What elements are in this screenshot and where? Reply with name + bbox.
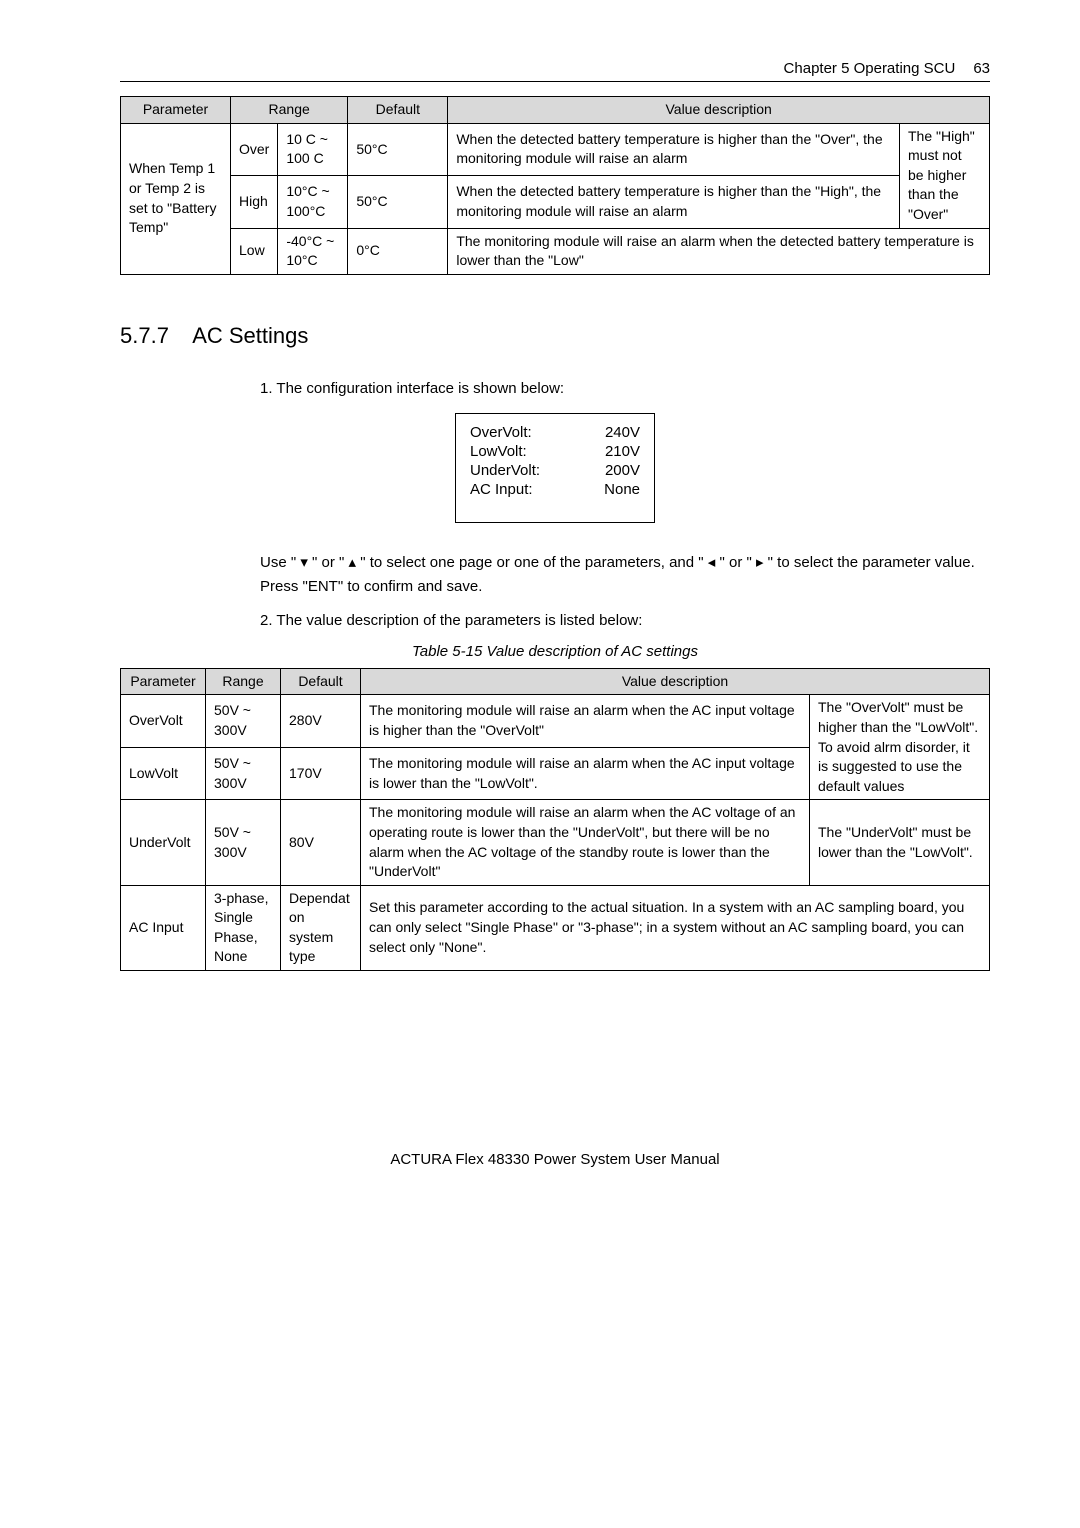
t2-r2-param: LowVolt bbox=[121, 747, 206, 799]
t2-h-range: Range bbox=[206, 668, 281, 695]
t1-h-default: Default bbox=[348, 97, 448, 124]
paragraph-1: 1. The configuration interface is shown … bbox=[260, 377, 990, 401]
config-acinput-value: None bbox=[604, 481, 640, 498]
t1-r1-default: 50°C bbox=[348, 123, 448, 175]
t2-r1-param: OverVolt bbox=[121, 695, 206, 747]
t2-h-parameter: Parameter bbox=[121, 668, 206, 695]
config-overvolt-value: 240V bbox=[605, 424, 640, 441]
t1-r2-desc: When the detected battery temperature is… bbox=[448, 176, 900, 228]
t1-r2-range2: 10°C ~ 100°C bbox=[278, 176, 348, 228]
section-num: 5.7.7 bbox=[120, 323, 169, 348]
t1-r1-range1: Over bbox=[231, 123, 278, 175]
config-interface-box: OverVolt: 240V LowVolt: 210V UnderVolt: … bbox=[455, 413, 655, 523]
t2-side12: The "OverVolt" must be higher than the "… bbox=[810, 695, 990, 800]
t2-r1-desc: The monitoring module will raise an alar… bbox=[361, 695, 810, 747]
config-undervolt-label: UnderVolt: bbox=[470, 462, 540, 479]
section-title: AC Settings bbox=[192, 323, 308, 348]
t2-r4-range: 3-phase, Single Phase, None bbox=[206, 885, 281, 970]
t2-r1-default: 280V bbox=[281, 695, 361, 747]
t1-r3-default: 0°C bbox=[348, 228, 448, 274]
t1-r3-range1: Low bbox=[231, 228, 278, 274]
t2-r4-desc: Set this parameter according to the actu… bbox=[361, 885, 990, 970]
t1-r3-range2: -40°C ~ 10°C bbox=[278, 228, 348, 274]
t2-h-valuedesc: Value description bbox=[361, 668, 990, 695]
t1-h-range: Range bbox=[231, 97, 348, 124]
t2-r2-desc: The monitoring module will raise an alar… bbox=[361, 747, 810, 799]
t1-sidenote: The "High" must not be higher than the "… bbox=[900, 123, 990, 228]
t2-r3-side: The "UnderVolt" must be lower than the "… bbox=[810, 800, 990, 885]
t1-h-parameter: Parameter bbox=[121, 97, 231, 124]
t2-r4-param: AC Input bbox=[121, 885, 206, 970]
paragraph-3: 2. The value description of the paramete… bbox=[260, 609, 990, 633]
t1-h-valuedesc: Value description bbox=[448, 97, 990, 124]
up-arrow-icon: ▴ bbox=[349, 554, 357, 571]
t1-param-cell: When Temp 1 or Temp 2 is set to "Battery… bbox=[121, 123, 231, 274]
table2-caption: Table 5-15 Value description of AC setti… bbox=[120, 643, 990, 660]
t2-r2-default: 170V bbox=[281, 747, 361, 799]
t2-r2-range: 50V ~ 300V bbox=[206, 747, 281, 799]
t1-r1-range2: 10 C ~ 100 C bbox=[278, 123, 348, 175]
page-footer: ACTURA Flex 48330 Power System User Manu… bbox=[120, 1151, 990, 1168]
t2-r3-default: 80V bbox=[281, 800, 361, 885]
config-lowvolt-value: 210V bbox=[605, 443, 640, 460]
section-heading: 5.7.7 AC Settings bbox=[120, 323, 990, 349]
config-acinput-label: AC Input: bbox=[470, 481, 533, 498]
paragraph-2: Use " ▾ " or " ▴ " to select one page or… bbox=[260, 551, 990, 599]
config-lowvolt-label: LowVolt: bbox=[470, 443, 527, 460]
ac-settings-table: Parameter Range Default Value descriptio… bbox=[120, 668, 990, 971]
t2-r4-default: Dependat on system type bbox=[281, 885, 361, 970]
t1-r2-range1: High bbox=[231, 176, 278, 228]
t2-r3-param: UnderVolt bbox=[121, 800, 206, 885]
page-number: 63 bbox=[973, 60, 990, 77]
p2-text: " or " bbox=[715, 554, 756, 571]
page-header: Chapter 5 Operating SCU 63 bbox=[120, 60, 990, 82]
t2-r3-desc: The monitoring module will raise an alar… bbox=[361, 800, 810, 885]
p2-text: Use " bbox=[260, 554, 300, 571]
down-arrow-icon: ▾ bbox=[300, 554, 308, 571]
t1-r3-desc: The monitoring module will raise an alar… bbox=[448, 228, 990, 274]
t2-h-default: Default bbox=[281, 668, 361, 695]
t2-r3-range: 50V ~ 300V bbox=[206, 800, 281, 885]
p2-text: " or " bbox=[308, 554, 349, 571]
right-arrow-icon: ▸ bbox=[756, 554, 764, 571]
temperature-table: Parameter Range Default Value descriptio… bbox=[120, 96, 990, 275]
t1-r2-default: 50°C bbox=[348, 176, 448, 228]
config-undervolt-value: 200V bbox=[605, 462, 640, 479]
t2-r1-range: 50V ~ 300V bbox=[206, 695, 281, 747]
chapter-label: Chapter 5 Operating SCU bbox=[784, 60, 956, 77]
config-overvolt-label: OverVolt: bbox=[470, 424, 532, 441]
t1-r1-desc: When the detected battery temperature is… bbox=[448, 123, 900, 175]
p2-text: " to select one page or one of the param… bbox=[356, 554, 708, 571]
